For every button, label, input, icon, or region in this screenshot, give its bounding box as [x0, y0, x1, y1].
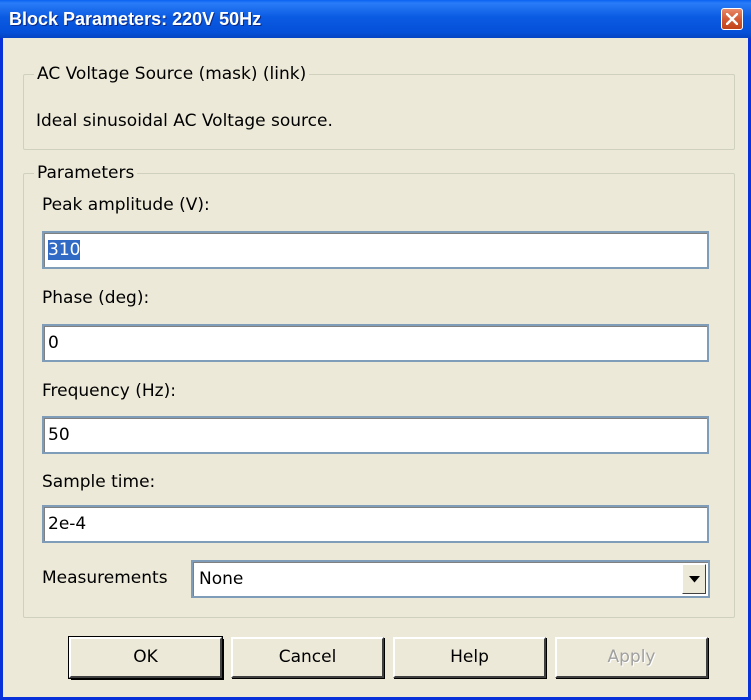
mask-group: AC Voltage Source (mask) (link) Ideal si…	[23, 64, 735, 150]
parameters-group-legend: Parameters	[34, 163, 138, 183]
dialog-window: Block Parameters: 220V 50Hz AC Voltage S…	[0, 0, 751, 700]
frequency-label: Frequency (Hz):	[42, 381, 176, 401]
chevron-down-icon	[689, 576, 700, 583]
cancel-button[interactable]: Cancel	[231, 637, 384, 678]
peak-amplitude-input[interactable]: 310	[42, 231, 709, 269]
measurements-label: Measurements	[42, 568, 168, 588]
parameters-group: Parameters Peak amplitude (V): 310 Phase…	[23, 163, 735, 618]
measurements-value: None	[199, 569, 244, 589]
measurements-select[interactable]: None	[191, 560, 710, 598]
ok-button[interactable]: OK	[69, 637, 222, 678]
window-title: Block Parameters: 220V 50Hz	[9, 9, 262, 29]
frequency-value: 50	[48, 425, 70, 445]
sample-time-label: Sample time:	[42, 472, 156, 492]
phase-label: Phase (deg):	[42, 288, 150, 308]
block-description: Ideal sinusoidal AC Voltage source.	[36, 111, 333, 131]
sample-time-value: 2e-4	[48, 514, 87, 534]
peak-amplitude-label: Peak amplitude (V):	[42, 195, 210, 215]
close-button[interactable]	[721, 8, 743, 30]
mask-group-legend: AC Voltage Source (mask) (link)	[34, 64, 310, 84]
help-button[interactable]: Help	[393, 637, 546, 678]
phase-value: 0	[48, 333, 59, 353]
frequency-input[interactable]: 50	[42, 416, 709, 454]
title-bar[interactable]: Block Parameters: 220V 50Hz	[0, 0, 751, 38]
close-icon	[726, 13, 738, 25]
sample-time-input[interactable]: 2e-4	[42, 505, 709, 543]
apply-button[interactable]: Apply	[555, 637, 708, 678]
peak-amplitude-value: 310	[48, 240, 81, 260]
measurements-dropdown-button[interactable]	[682, 564, 706, 594]
phase-input[interactable]: 0	[42, 324, 709, 362]
